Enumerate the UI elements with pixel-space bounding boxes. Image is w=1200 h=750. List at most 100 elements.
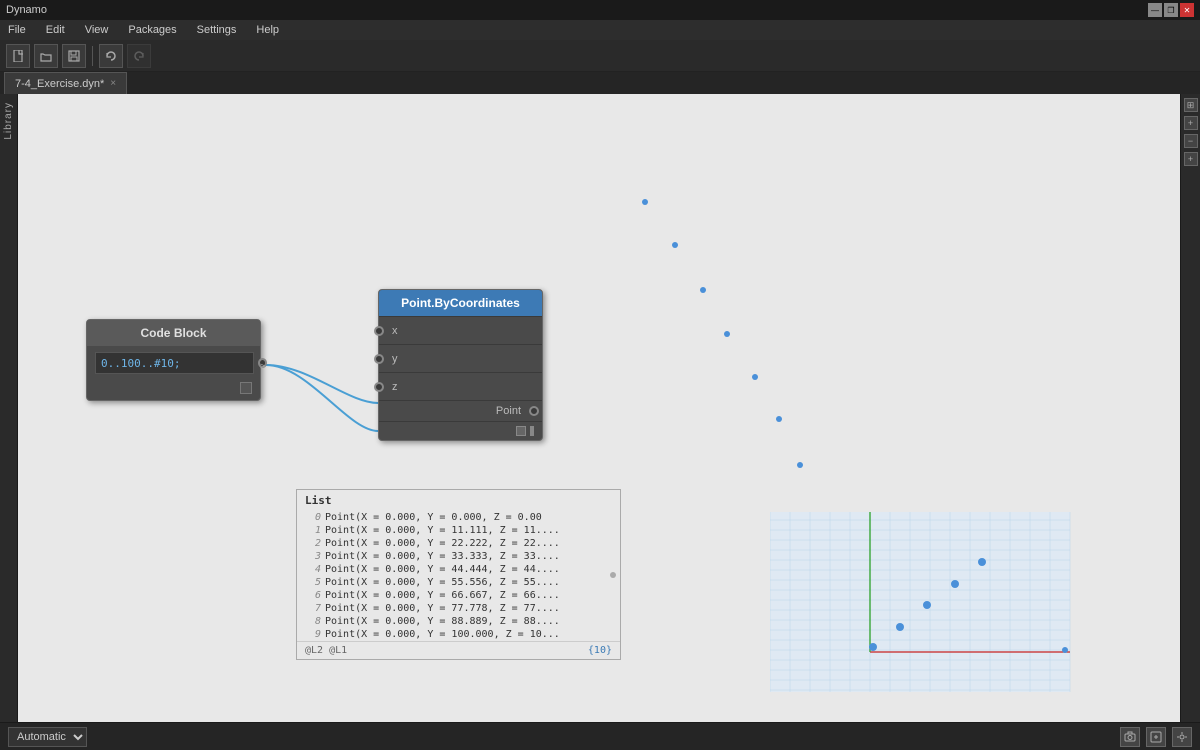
list-item: 4 Point(X = 0.000, Y = 44.444, Z = 44...… <box>297 563 620 576</box>
more-options-button[interactable]: + <box>1184 152 1198 166</box>
port-row-z: z <box>379 372 542 400</box>
zoom-in-button[interactable]: + <box>1184 116 1198 130</box>
window-controls: — ❐ ✕ <box>1148 3 1194 17</box>
toolbar <box>0 40 1200 72</box>
list-level-label: @L2 @L1 <box>305 645 347 656</box>
menu-settings[interactable]: Settings <box>193 22 241 38</box>
tab-bar: 7-4_Exercise.dyn* × <box>0 72 1200 94</box>
footer-icon-1[interactable] <box>516 426 526 436</box>
render-icon[interactable] <box>1146 727 1166 747</box>
list-item: 2 Point(X = 0.000, Y = 22.222, Z = 22...… <box>297 537 620 550</box>
port-y-input[interactable] <box>374 354 384 364</box>
list-value-6: Point(X = 0.000, Y = 66.667, Z = 66.... <box>325 590 560 601</box>
code-block-output-port[interactable]: > <box>258 358 267 368</box>
list-value-8: Point(X = 0.000, Y = 88.889, Z = 88.... <box>325 616 560 627</box>
menu-help[interactable]: Help <box>252 22 283 38</box>
code-block-footer <box>87 380 260 400</box>
point-by-coordinates-node[interactable]: Point.ByCoordinates x y <box>378 289 543 441</box>
save-button[interactable] <box>62 44 86 68</box>
port-row-y: y <box>379 344 542 372</box>
redo-button[interactable] <box>127 44 151 68</box>
close-button[interactable]: ✕ <box>1180 3 1194 17</box>
tab-exercise[interactable]: 7-4_Exercise.dyn* × <box>4 72 127 94</box>
point-dot-4 <box>724 331 730 337</box>
app-title: Dynamo <box>6 4 47 16</box>
restore-button[interactable]: ❐ <box>1164 3 1178 17</box>
menu-edit[interactable]: Edit <box>42 22 69 38</box>
port-z-label: z <box>384 381 531 393</box>
list-value-1: Point(X = 0.000, Y = 11.111, Z = 11.... <box>325 525 560 536</box>
list-item: 0 Point(X = 0.000, Y = 0.000, Z = 0.00 <box>297 511 620 524</box>
code-block-input[interactable] <box>95 352 254 374</box>
code-block-node[interactable]: Code Block > <box>86 319 261 401</box>
sidebar: Library <box>0 94 18 722</box>
port-x-label: x <box>384 325 531 337</box>
point-dot-3 <box>700 287 706 293</box>
port-row-x: x <box>379 316 542 344</box>
list-index-5: 5 <box>297 577 325 588</box>
list-index-7: 7 <box>297 603 325 614</box>
code-block-checkbox[interactable] <box>240 382 252 394</box>
list-value-7: Point(X = 0.000, Y = 77.778, Z = 77.... <box>325 603 560 614</box>
list-index-1: 1 <box>297 525 325 536</box>
run-mode-select[interactable]: Automatic Manual <box>8 727 87 747</box>
point-node-footer <box>379 421 542 440</box>
list-item: 1 Point(X = 0.000, Y = 11.111, Z = 11...… <box>297 524 620 537</box>
fit-to-screen-button[interactable]: ⊞ <box>1184 98 1198 112</box>
new-button[interactable] <box>6 44 30 68</box>
footer-icon-2[interactable] <box>530 426 534 436</box>
settings-icon[interactable] <box>1172 727 1192 747</box>
scroll-indicator <box>610 572 616 578</box>
list-index-6: 6 <box>297 590 325 601</box>
library-label: Library <box>3 102 14 140</box>
list-index-9: 9 <box>297 629 325 640</box>
open-button[interactable] <box>34 44 58 68</box>
point-dot-2 <box>672 242 678 248</box>
point-out-label: Point <box>496 405 525 417</box>
list-index-3: 3 <box>297 551 325 562</box>
list-index-8: 8 <box>297 616 325 627</box>
canvas[interactable]: Code Block > Point.ByCoordinates x <box>18 94 1180 722</box>
menu-view[interactable]: View <box>81 22 113 38</box>
zoom-out-button[interactable]: − <box>1184 134 1198 148</box>
point-node-ports: x y z <box>379 316 542 400</box>
menu-file[interactable]: File <box>4 22 30 38</box>
point-node-output-row: Point <box>379 400 542 421</box>
minimize-button[interactable]: — <box>1148 3 1162 17</box>
list-count: {10} <box>588 645 612 656</box>
toolbar-separator <box>92 46 93 66</box>
code-block-title: Code Block <box>87 320 260 346</box>
list-value-0: Point(X = 0.000, Y = 0.000, Z = 0.00 <box>325 512 542 523</box>
list-footer: @L2 @L1 {10} <box>297 641 620 659</box>
list-item: 7 Point(X = 0.000, Y = 77.778, Z = 77...… <box>297 602 620 615</box>
title-bar: Dynamo — ❐ ✕ <box>0 0 1200 20</box>
main-area: Library Code Block > <box>0 94 1200 722</box>
list-index-4: 4 <box>297 564 325 575</box>
code-block-body: > <box>87 346 260 380</box>
3d-viewport <box>770 432 1150 692</box>
point-dot-5 <box>752 374 758 380</box>
list-item: 6 Point(X = 0.000, Y = 66.667, Z = 66...… <box>297 589 620 602</box>
port-y-label: y <box>384 353 531 365</box>
point-dot-6 <box>776 416 782 422</box>
list-item: 5 Point(X = 0.000, Y = 55.556, Z = 55...… <box>297 576 620 589</box>
menu-packages[interactable]: Packages <box>124 22 180 38</box>
list-panel: List 0 Point(X = 0.000, Y = 0.000, Z = 0… <box>296 489 621 660</box>
list-header: List <box>297 490 620 511</box>
list-item: 9 Point(X = 0.000, Y = 100.000, Z = 10..… <box>297 628 620 641</box>
port-x-input[interactable] <box>374 326 384 336</box>
viewport-svg <box>770 432 1150 692</box>
list-value-2: Point(X = 0.000, Y = 22.222, Z = 22.... <box>325 538 560 549</box>
undo-button[interactable] <box>99 44 123 68</box>
camera-icon[interactable] <box>1120 727 1140 747</box>
tab-close-button[interactable]: × <box>110 78 116 89</box>
point-dot-1 <box>642 199 648 205</box>
list-item: 3 Point(X = 0.000, Y = 33.333, Z = 33...… <box>297 550 620 563</box>
status-bar: Automatic Manual <box>0 722 1200 750</box>
point-out-port[interactable] <box>529 406 539 416</box>
right-panel: ⊞ + − + <box>1180 94 1200 722</box>
list-index-2: 2 <box>297 538 325 549</box>
port-z-input[interactable] <box>374 382 384 392</box>
output-arrow: > <box>260 361 265 371</box>
list-value-4: Point(X = 0.000, Y = 44.444, Z = 44.... <box>325 564 560 575</box>
